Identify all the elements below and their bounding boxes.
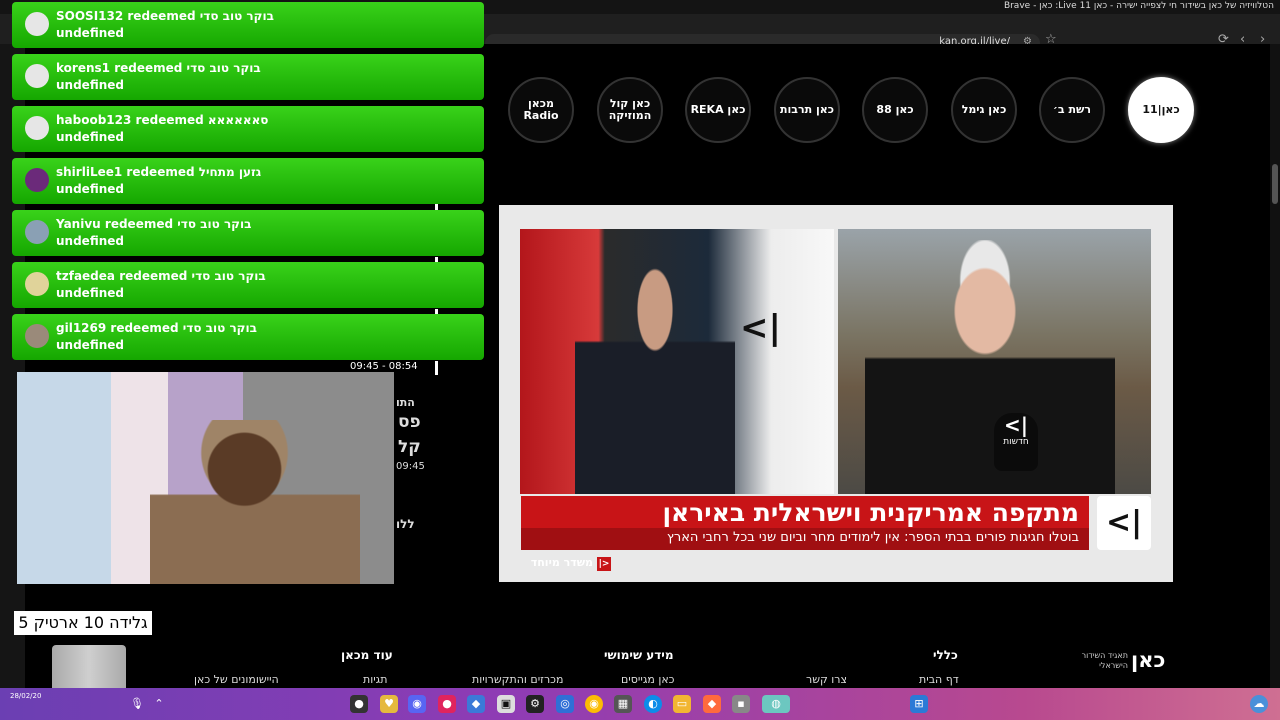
footer-link[interactable]: תגיות [363, 673, 387, 686]
cup-overlay [52, 645, 126, 688]
microphone-icon[interactable]: 🎙 [128, 695, 146, 713]
streamer [150, 420, 360, 584]
channel-kol-hamusica[interactable]: כאן קול המוזיקה [597, 77, 663, 143]
app-icon[interactable]: ● [438, 695, 456, 713]
channel-reshet-bet[interactable]: רשת ב׳ [1039, 77, 1105, 143]
footer-link[interactable]: היישומונים של כאן [194, 673, 279, 686]
channel-selector: כאן|11 רשת ב׳ כאן גימל כאן 88 כאן תרבות … [508, 77, 1194, 143]
schedule-title-a: התו [396, 396, 415, 409]
news-banner: מתקפה אמריקנית וישראלית באיראן בוטלו חגי… [521, 496, 1089, 550]
banner-headline: מתקפה אמריקנית וישראלית באיראן [662, 498, 1079, 527]
schedule-time-2: 09:45 [396, 461, 425, 472]
footer-logo[interactable]: כאן [1131, 648, 1165, 672]
app-icon[interactable]: ▣ [497, 695, 515, 713]
avatar [25, 12, 49, 36]
taskbar-date: 28/02/20 [10, 692, 42, 700]
chatgpt-icon[interactable]: ⚙ [526, 695, 544, 713]
chevron-up-icon[interactable]: ⌃ [150, 695, 168, 713]
app-icon[interactable]: ▪ [732, 695, 750, 713]
footer-link[interactable]: מכרזים והתקשרויות [472, 673, 563, 686]
footer-link[interactable]: כאן מגייסים [621, 673, 675, 686]
app-icon[interactable]: ◆ [467, 695, 485, 713]
folder-icon[interactable]: ▭ [673, 695, 691, 713]
app-icon[interactable]: ◎ [556, 695, 574, 713]
avatar [25, 116, 49, 140]
schedule-title-d: ללו [396, 517, 415, 531]
weather-icon[interactable]: ☁ [1250, 695, 1268, 713]
footer-col-title: כללי [933, 648, 958, 662]
alert-item: haboob123 redeemed סאאאאאא undefined [12, 106, 484, 152]
scroll-thumb[interactable] [1272, 164, 1278, 204]
footer-col-title: מידע שימושי [604, 648, 674, 662]
alert-item: tzfaedea redeemed בוקר טוב סדי undefined [12, 262, 484, 308]
obs-icon[interactable]: ● [350, 695, 368, 713]
banner-subline: בוטלו חגיגות פורים בבתי הספר: אין לימודי… [666, 530, 1079, 545]
schedule-title-c: קל [398, 437, 421, 457]
microphone: <| חדשות [994, 413, 1038, 471]
banner-subline-bar: בוטלו חגיגות פורים בבתי הספר: אין לימודי… [521, 528, 1089, 550]
app-icon[interactable]: ◆ [703, 695, 721, 713]
schedule-time: 09:45 - 08:54 [350, 361, 418, 372]
channel-tarbut[interactable]: כאן תרבות [774, 77, 840, 143]
field-reporter [865, 240, 1115, 494]
news-anchor [575, 258, 735, 494]
banner-logo: <| [1097, 496, 1151, 550]
app-icon[interactable]: ◍ [762, 695, 790, 713]
stream-caption: גלידה 10 ארטיק 5 [14, 611, 152, 635]
channel-makan[interactable]: מכאן Radio [508, 77, 574, 143]
channel-kan88[interactable]: כאן 88 [862, 77, 928, 143]
channel-gimel[interactable]: כאן גימל [951, 77, 1017, 143]
taskbar [0, 688, 1280, 720]
avatar [25, 324, 49, 348]
edge-icon[interactable]: ◐ [644, 695, 662, 713]
alert-item: shirliLee1 redeemed גזען מתחיל undefined [12, 158, 484, 204]
store-icon[interactable]: ▦ [614, 695, 632, 713]
alert-item: korens1 redeemed בוקר טוב סדי undefined [12, 54, 484, 100]
footer-org-name: תאגיד השידור הישראלי [1081, 651, 1128, 670]
windows-start-icon[interactable]: ⊞ [910, 695, 928, 713]
kan-mini-icon: <| [597, 557, 611, 571]
footer-link[interactable]: דף הבית [919, 673, 959, 686]
footer-link[interactable]: צרו קשר [806, 673, 847, 686]
page-scrollbar[interactable] [1270, 44, 1280, 688]
app-icon[interactable]: ♥ [380, 695, 398, 713]
avatar [25, 64, 49, 88]
special-broadcast-label: <|משדר מיוחד [530, 556, 611, 571]
window-title: הטלוויזיה של כאן בשידור חי לצפייה ישירה … [1003, 1, 1274, 11]
alert-item: Yanivu redeemed בוקר טוב סדי undefined [12, 210, 484, 256]
channel-kan11[interactable]: כאן|11 [1128, 77, 1194, 143]
footer-col-title: עוד מכאן [341, 648, 393, 662]
avatar [25, 272, 49, 296]
schedule-divider-4 [435, 361, 438, 375]
schedule-title-b: פס [398, 412, 421, 432]
alert-item: SOOSI132 redeemed בוקר טוב סדי undefined [12, 2, 484, 48]
avatar [25, 220, 49, 244]
chrome-icon[interactable]: ◉ [585, 695, 603, 713]
kan-news-logo: <| [740, 308, 781, 348]
alert-item: gil1269 redeemed בוקר טוב סדי undefined [12, 314, 484, 360]
discord-icon[interactable]: ◉ [408, 695, 426, 713]
avatar [25, 168, 49, 192]
channel-reka[interactable]: כאן REKA [685, 77, 751, 143]
